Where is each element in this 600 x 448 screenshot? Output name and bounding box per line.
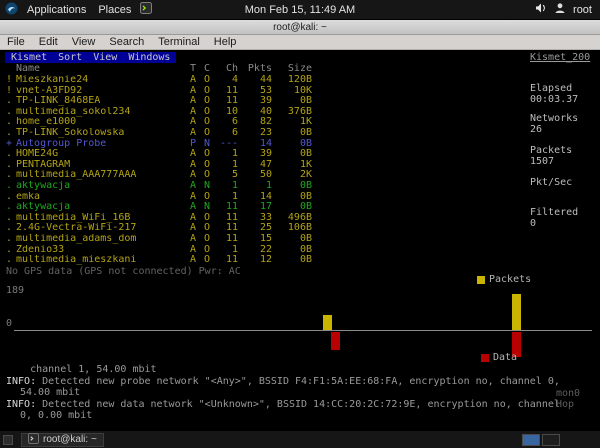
screen: Applications Places Mon Feb 15, 11:49 AM…	[0, 0, 600, 448]
network-row[interactable]: ! Mieszkanie24 A O 4 44 120B	[6, 74, 312, 86]
message-log: channel 1, 54.00 mbit INFO: Detected new …	[6, 364, 562, 422]
stat-elapsed: Elapsed 00:03.37	[530, 83, 596, 105]
applications-menu[interactable]: Applications	[24, 4, 89, 16]
bottom-panel: root@kali: ~	[0, 430, 600, 448]
menu-search[interactable]: Search	[102, 35, 151, 50]
log-message: INFO: Detected new probe network "<Any>"…	[6, 375, 566, 399]
terminal-icon	[28, 432, 39, 447]
data-legend-label: Data	[493, 352, 518, 363]
terminal-menu-bar: File Edit View Search Terminal Help	[0, 35, 600, 50]
kali-logo-icon[interactable]	[5, 2, 18, 18]
terminal-content: Kismet Sort View Windows Kismet_200 Name T C C…	[0, 50, 600, 430]
stat-filtered: Filtered 0	[530, 207, 596, 229]
column-header-size: Size	[287, 63, 312, 74]
log-message: INFO: Detected new data network "<Unknow…	[6, 398, 566, 422]
data-bar	[330, 332, 340, 350]
network-row[interactable]: . TP-LINK_Sokolowska A O 6 23 0B	[6, 127, 312, 139]
menu-view[interactable]: View	[65, 35, 103, 50]
kismet-menu-view[interactable]: View	[93, 52, 117, 63]
taskbar-window-button[interactable]: root@kali: ~	[21, 432, 104, 447]
stat-label: Filtered	[530, 207, 579, 218]
network-list: ! Mieszkanie24 A O 4 44 120B! vnet-A3FD92 A O 11 53…	[6, 74, 312, 266]
kismet-menu-kismet[interactable]: Kismet	[11, 52, 47, 63]
stat-label: Pkt/Sec	[530, 177, 573, 188]
interface-status: mon0 Hop	[556, 388, 580, 410]
user-menu[interactable]: root	[573, 4, 592, 16]
workspace-switcher[interactable]	[522, 433, 600, 446]
top-panel: Applications Places Mon Feb 15, 11:49 AM…	[0, 0, 600, 20]
data-swatch-icon	[481, 353, 489, 362]
network-row[interactable]: . aktywacja A N 1 1 0B	[6, 180, 312, 192]
kismet-menu-windows[interactable]: Windows	[128, 52, 170, 63]
column-header-t: T	[189, 63, 197, 74]
interface-name: mon0	[556, 388, 581, 399]
data-legend: Data	[481, 352, 517, 363]
server-tab[interactable]: Kismet_200	[530, 52, 590, 63]
workspace-2[interactable]	[542, 433, 560, 446]
column-header-pkts: Pkts	[247, 63, 272, 74]
network-row[interactable]: . multimedia_adams_dom A O 11 15 0B	[6, 233, 312, 245]
taskbar-window-label: root@kali: ~	[43, 434, 97, 445]
top-panel-right: root	[535, 2, 600, 17]
places-menu[interactable]: Places	[95, 4, 134, 16]
volume-icon[interactable]	[535, 2, 547, 17]
network-list-header: Name T C Ch Pkts Size	[6, 63, 312, 75]
column-header-ch: Ch	[225, 63, 238, 74]
column-header-c: C	[203, 63, 211, 74]
stat-value: 26	[530, 123, 543, 135]
top-panel-left: Applications Places	[0, 2, 153, 18]
stat-pktsec: Pkt/Sec	[530, 177, 596, 189]
packets-bar	[512, 294, 522, 330]
column-header-name: Name	[16, 64, 41, 74]
log-message: channel 1, 54.00 mbit	[6, 364, 157, 375]
packets-bar	[323, 315, 333, 330]
stat-label: Elapsed	[530, 83, 573, 94]
hop-status: Hop	[556, 399, 575, 410]
stat-packets: Packets 1507	[530, 145, 596, 167]
user-icon	[554, 2, 566, 17]
stat-label: Networks	[530, 113, 579, 124]
terminal-launcher-icon[interactable]	[140, 2, 153, 17]
menu-file[interactable]: File	[0, 35, 32, 50]
graph-zero-label: 0	[6, 318, 13, 329]
graph-baseline	[14, 330, 592, 331]
menu-edit[interactable]: Edit	[32, 35, 65, 50]
kismet-menu-bar: Kismet Sort View Windows	[5, 52, 177, 63]
stat-label: Packets	[530, 145, 573, 156]
window-title-bar[interactable]: root@kali: ~	[0, 20, 600, 35]
stat-networks: Networks 26	[530, 113, 596, 135]
packets-legend-label: Packets	[489, 274, 532, 285]
stat-value: 0	[530, 217, 537, 229]
packets-legend: Packets	[477, 274, 531, 285]
packets-bars	[14, 294, 592, 330]
workspace-1[interactable]	[522, 433, 540, 446]
kismet-menu-sort[interactable]: Sort	[58, 52, 82, 63]
panel-hide-icon[interactable]	[3, 434, 13, 445]
network-row[interactable]: . multimedia_mieszkani A O 11 12 0B	[6, 254, 312, 266]
menu-terminal[interactable]: Terminal	[151, 35, 207, 50]
gps-status: No GPS data (GPS not connected) Pwr: AC	[6, 266, 241, 277]
stat-value: 00:03.37	[530, 93, 579, 105]
stat-value: 1507	[530, 155, 555, 167]
packets-swatch-icon	[477, 275, 485, 284]
menu-help[interactable]: Help	[207, 35, 244, 50]
